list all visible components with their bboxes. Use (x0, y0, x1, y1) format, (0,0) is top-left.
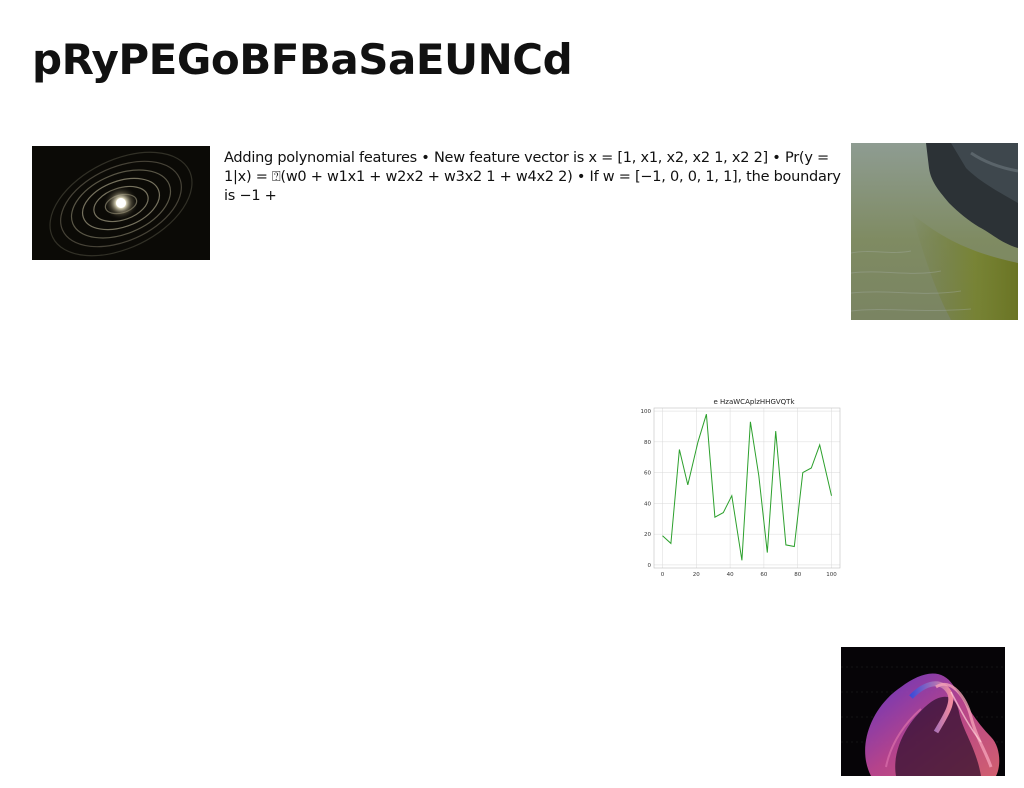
x-tick-label: 0 (661, 572, 665, 578)
abstract-swirl-image (841, 647, 1005, 776)
y-tick-label: 80 (644, 440, 651, 446)
y-tick-label: 0 (648, 563, 652, 569)
body-text: Adding polynomial features • New feature… (224, 150, 841, 204)
y-tick-label: 60 (644, 471, 651, 477)
x-tick-label: 100 (826, 572, 837, 578)
coastline-image (851, 143, 1018, 320)
x-tick-label: 40 (727, 572, 734, 578)
plot-frame (653, 407, 841, 569)
x-tick-label: 20 (693, 572, 700, 578)
x-tick-label: 80 (794, 572, 801, 578)
series-line (662, 414, 832, 561)
x-tick-label: 60 (760, 572, 767, 578)
spiral-light-image (32, 146, 210, 260)
y-tick-label: 20 (644, 532, 651, 538)
chart-title: e HzaWCAplzHHGVQTk (714, 398, 796, 406)
chart-ticks: 0 20 40 60 80 100 0 20 40 60 80 100 (641, 409, 838, 578)
chart-grid (654, 408, 840, 568)
page-title: pRyPEGoBFBaSaEUNCd (32, 35, 573, 84)
y-tick-label: 40 (644, 501, 651, 507)
y-tick-label: 100 (641, 409, 652, 415)
line-chart: e HzaWCAplzHHGVQTk 0 20 40 60 80 100 0 20 40 60 80… (630, 392, 848, 584)
